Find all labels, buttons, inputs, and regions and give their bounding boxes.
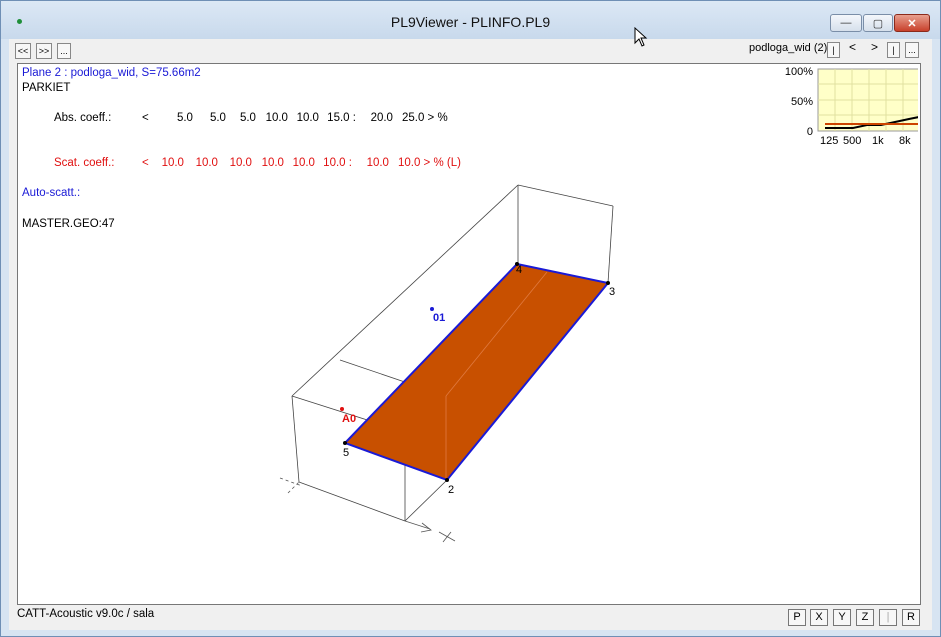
corner-label-4: 4: [516, 264, 522, 276]
corner-label-3: 3: [609, 286, 615, 298]
view-divider-button[interactable]: |: [879, 609, 897, 626]
corner-point[interactable]: [606, 281, 610, 285]
view-x-button[interactable]: X: [810, 609, 828, 626]
receiver-marker[interactable]: [430, 307, 434, 311]
client-area: << >> ... podloga_wid (2) | < > | ... Pl…: [9, 39, 932, 630]
selected-floor-plane[interactable]: [343, 262, 610, 482]
plane-selector-label: podloga_wid (2): [749, 42, 828, 54]
viewer-canvas[interactable]: Plane 2 : podloga_wid, S=75.66m2 PARKIET…: [17, 63, 921, 605]
plane-options-button[interactable]: ...: [905, 42, 919, 58]
window-title: PL9Viewer - PLINFO.PL9: [390, 14, 551, 30]
next-plane-button[interactable]: >: [871, 40, 878, 54]
corner-label-5: 5: [343, 447, 349, 459]
receiver-label: 01: [433, 312, 445, 324]
first-plane-button[interactable]: |: [827, 42, 840, 58]
app-window: PL9Viewer - PLINFO.PL9 — ▢ ✕ << >> ... p…: [0, 0, 941, 637]
minimize-button[interactable]: —: [830, 14, 862, 32]
source-label: A0: [342, 413, 356, 425]
mouse-cursor-icon: [634, 27, 648, 47]
corner-point[interactable]: [445, 478, 449, 482]
corner-label-2: 2: [448, 484, 454, 496]
next-file-button[interactable]: >>: [36, 43, 52, 59]
close-button[interactable]: ✕: [894, 14, 930, 32]
view-z-button[interactable]: Z: [856, 609, 874, 626]
status-text: CATT-Acoustic v9.0c / sala: [17, 608, 155, 620]
view-y-button[interactable]: Y: [833, 609, 851, 626]
corner-point[interactable]: [343, 441, 347, 445]
source-marker[interactable]: [340, 407, 344, 411]
prev-plane-button[interactable]: <: [849, 40, 856, 54]
last-plane-button[interactable]: |: [887, 42, 900, 58]
maximize-button[interactable]: ▢: [863, 14, 893, 32]
view-p-button[interactable]: P: [788, 609, 806, 626]
view-r-button[interactable]: R: [902, 609, 920, 626]
file-more-button[interactable]: ...: [57, 43, 71, 59]
room-model-view[interactable]: 4 3 5 2 A0 01: [18, 64, 920, 604]
axis-indicator: [279, 477, 456, 543]
title-bar[interactable]: PL9Viewer - PLINFO.PL9 — ▢ ✕: [1, 1, 940, 39]
prev-file-button[interactable]: <<: [15, 43, 31, 59]
